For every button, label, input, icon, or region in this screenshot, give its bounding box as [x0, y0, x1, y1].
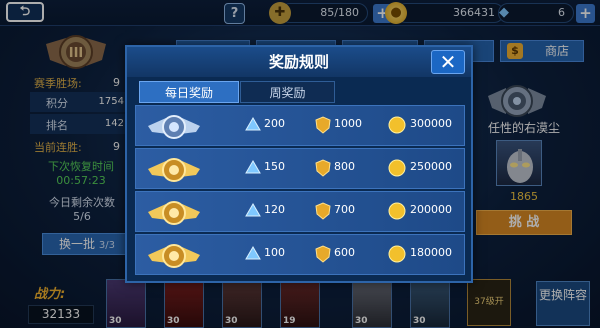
- gold-amount: 200000: [410, 203, 452, 216]
- honor-badge-icon: [314, 245, 332, 263]
- reward-row: 100 600 180000: [135, 234, 465, 275]
- crystal-icon: [244, 159, 262, 177]
- close-icon: ✕: [439, 50, 457, 74]
- crystal-amount: 120: [264, 203, 285, 216]
- crystal-amount: 100: [264, 246, 285, 259]
- crystal-icon: [244, 202, 262, 220]
- reward-rules-dialog: 奖励规则 ✕ 每日奖励 周奖励 200 1000 300000 150 800: [125, 45, 473, 283]
- reward-row: 150 800 250000: [135, 148, 465, 189]
- gold-wing-badge-icon: [148, 201, 200, 225]
- gold-coin-icon: [388, 245, 406, 263]
- crystal-amount: 150: [264, 160, 285, 173]
- reward-row: 200 1000 300000: [135, 105, 465, 146]
- crystal-amount: 200: [264, 117, 285, 130]
- tab-daily-rewards[interactable]: 每日奖励: [139, 81, 239, 103]
- gold-coin-icon: [388, 116, 406, 134]
- gold-wing-badge-icon: [148, 244, 200, 268]
- gold-amount: 180000: [410, 246, 452, 259]
- reward-row: 120 700 200000: [135, 191, 465, 232]
- crystal-icon: [244, 116, 262, 134]
- honor-amount: 600: [334, 246, 355, 259]
- tab-weekly-rewards[interactable]: 周奖励: [240, 81, 335, 103]
- honor-amount: 1000: [334, 117, 362, 130]
- silver-wing-badge-icon: [148, 115, 200, 139]
- dialog-title: 奖励规则: [127, 47, 471, 77]
- gold-coin-icon: [388, 159, 406, 177]
- gold-coin-icon: [388, 202, 406, 220]
- honor-badge-icon: [314, 202, 332, 220]
- gold-amount: 300000: [410, 117, 452, 130]
- gold-wing-badge-icon: [148, 158, 200, 182]
- honor-amount: 700: [334, 203, 355, 216]
- honor-amount: 800: [334, 160, 355, 173]
- honor-badge-icon: [314, 159, 332, 177]
- crystal-icon: [244, 245, 262, 263]
- close-button[interactable]: ✕: [431, 50, 465, 74]
- honor-badge-icon: [314, 116, 332, 134]
- gold-amount: 250000: [410, 160, 452, 173]
